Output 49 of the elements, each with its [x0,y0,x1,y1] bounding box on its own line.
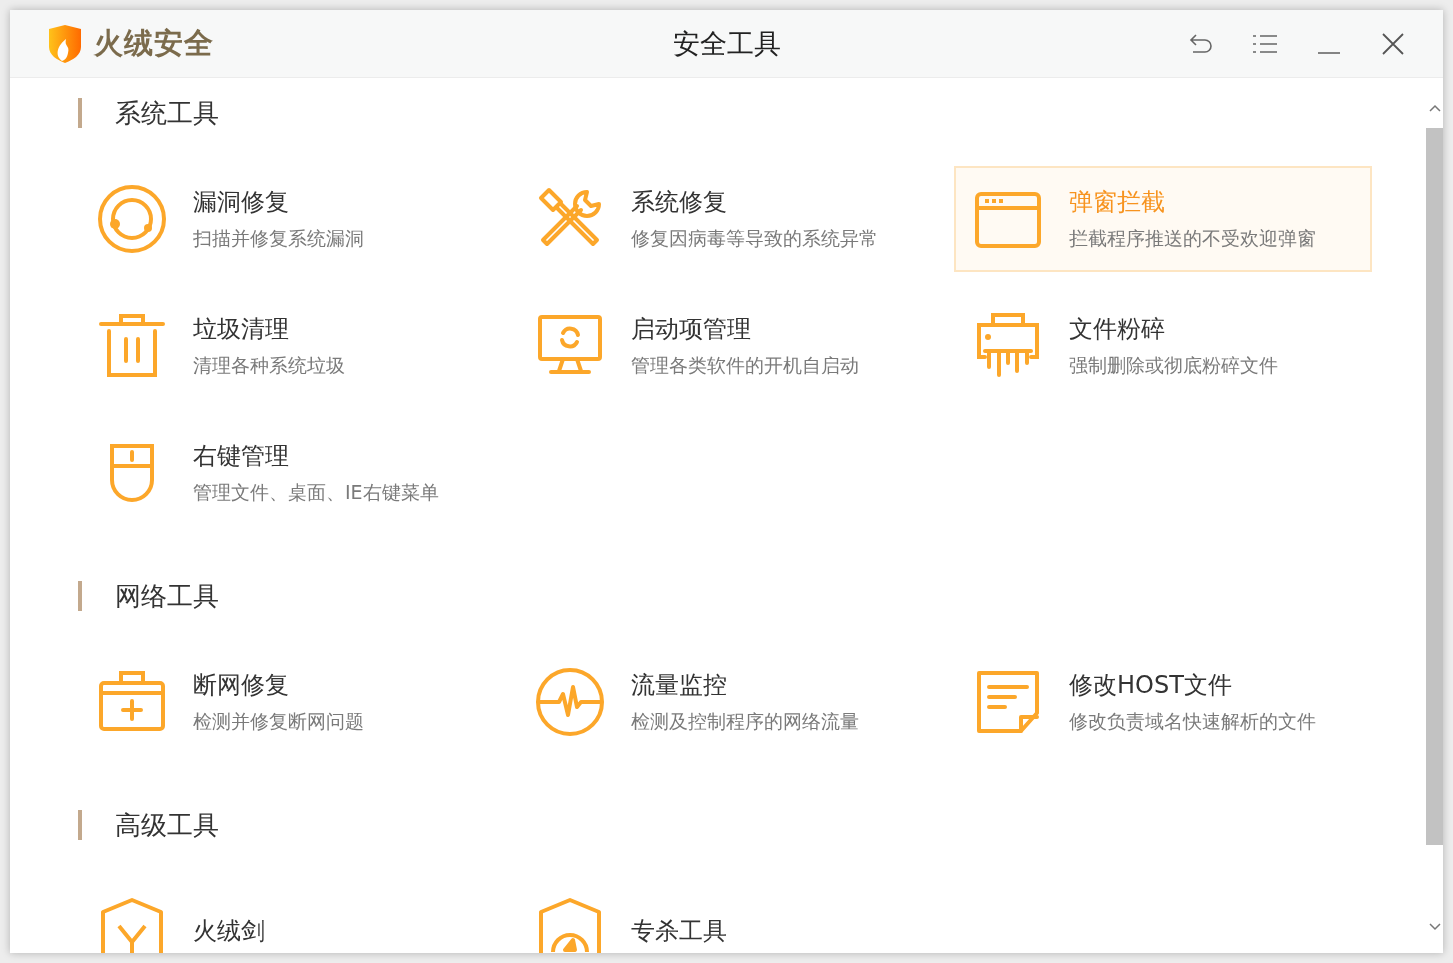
minimize-icon [1318,51,1340,54]
tool-item[interactable]: 垃圾清理 清理各种系统垃圾 [78,293,496,399]
tool-name: 专杀工具 [631,916,727,947]
tool-name: 右键管理 [193,441,290,472]
tool-description: 强制删除或彻底粉碎文件 [1069,353,1278,378]
tool-name: 火绒剑 [193,916,265,947]
tool-item[interactable]: 断网修复 检测并修复断网问题 [78,649,496,755]
tool-name: 漏洞修复 [193,187,290,218]
tool-description: 修改负责域名快速解析的文件 [1069,709,1316,734]
scrollbar-thumb[interactable] [1426,128,1443,845]
tool-name: 修改HOST文件 [1069,670,1233,701]
section-title: 网络工具 [115,579,219,613]
tool-name: 流量监控 [631,670,728,701]
pulse-icon [535,667,605,737]
menu-icon [1253,33,1277,54]
tool-item[interactable]: 弹窗拦截 拦截程序推送的不受欢迎弹窗 [954,166,1372,272]
tool-description: 清理各种系统垃圾 [193,353,345,378]
window-title: 安全工具 [672,26,781,61]
tool-item[interactable]: 流量监控 检测及控制程序的网络流量 [516,649,934,755]
tool-description: 扫描并修复系统漏洞 [193,226,364,251]
tool-name: 断网修复 [193,670,290,701]
scroll-up-icon[interactable] [1428,104,1441,112]
back-arrow-icon [1189,32,1213,55]
orbit-icon [97,184,167,254]
tool-name: 启动项管理 [631,314,752,345]
tool-name: 文件粉碎 [1069,314,1166,345]
tool-description: 检测及控制程序的网络流量 [631,709,859,734]
section-title: 系统工具 [115,96,219,130]
section-title: 高级工具 [115,808,219,842]
tool-item[interactable]: 启动项管理 管理各类软件的开机自启动 [516,293,934,399]
tool-item[interactable]: 专杀工具 [516,878,934,953]
tool-item[interactable]: 火绒剑 [78,878,496,953]
close-icon [1382,32,1404,55]
tool-name: 垃圾清理 [193,314,290,345]
tool-description: 检测并修复断网问题 [193,709,364,734]
app-logo-text: 火绒安全 [94,24,214,62]
tool-description: 管理文件、桌面、IE右键菜单 [193,480,439,505]
tool-description: 拦截程序推送的不受欢迎弹窗 [1069,226,1316,251]
flame-shield-logo [48,24,82,63]
tool-name: 弹窗拦截 [1069,187,1166,218]
tool-item[interactable]: 系统修复 修复因病毒等导致的系统异常 [516,166,934,272]
tool-description: 管理各类软件的开机自启动 [631,353,859,378]
tool-name: 系统修复 [631,187,728,218]
tool-item[interactable]: 右键管理 管理文件、桌面、IE右键菜单 [78,420,496,526]
tool-item[interactable]: 修改HOST文件 修改负责域名快速解析的文件 [954,649,1372,755]
scroll-down-icon[interactable] [1428,923,1441,931]
tool-description: 修复因病毒等导致的系统异常 [631,226,878,251]
tool-item[interactable]: 漏洞修复 扫描并修复系统漏洞 [78,166,496,272]
tool-item[interactable]: 文件粉碎 强制删除或彻底粉碎文件 [954,293,1372,399]
